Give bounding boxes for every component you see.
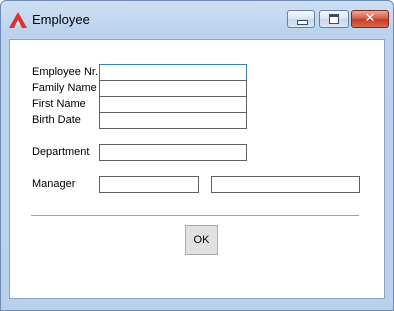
- form-panel: Employee Nr. Family Name First Name Birt…: [9, 39, 385, 299]
- title-bar[interactable]: Employee ✕: [1, 1, 393, 33]
- first-name-input[interactable]: [99, 96, 247, 113]
- employee-nr-input[interactable]: [99, 64, 247, 81]
- manager-id-input[interactable]: [99, 176, 199, 193]
- manager-label: Manager: [32, 178, 76, 190]
- employee-window: Employee ✕ Employee Nr. Family Name Firs…: [0, 0, 394, 311]
- birth-date-label: Birth Date: [32, 114, 81, 126]
- employee-nr-label: Employee Nr.: [32, 66, 99, 78]
- first-name-label: First Name: [32, 98, 86, 110]
- birth-date-input[interactable]: [99, 112, 247, 129]
- window-title: Employee: [32, 12, 90, 27]
- minimize-button[interactable]: [287, 10, 315, 28]
- separator: [31, 215, 359, 216]
- family-name-label: Family Name: [32, 82, 97, 94]
- manager-name-input[interactable]: [211, 176, 360, 193]
- ok-button[interactable]: OK: [185, 225, 218, 255]
- minimize-icon: [297, 20, 308, 25]
- close-icon: ✕: [364, 11, 376, 26]
- maximize-button[interactable]: [319, 10, 349, 28]
- department-input[interactable]: [99, 144, 247, 161]
- department-label: Department: [32, 146, 90, 158]
- red-delta-logo-icon: [9, 12, 27, 28]
- maximize-icon: [329, 14, 339, 24]
- family-name-input[interactable]: [99, 80, 247, 97]
- close-button[interactable]: ✕: [351, 10, 389, 28]
